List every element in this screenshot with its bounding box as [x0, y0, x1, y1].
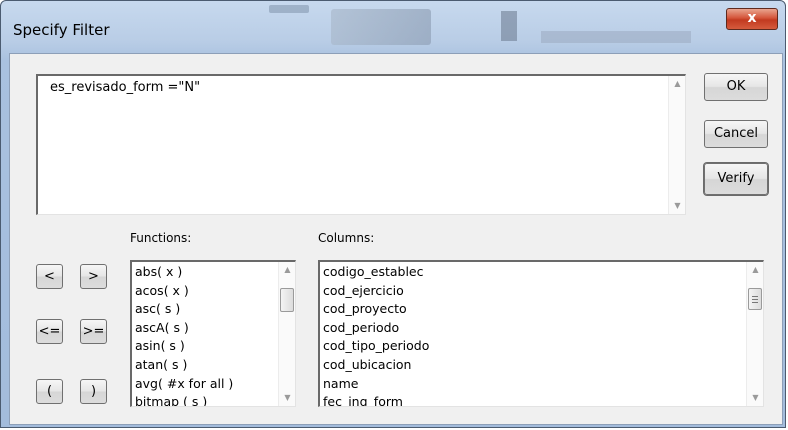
list-item[interactable]: cod_ubicacion [323, 356, 429, 375]
list-item[interactable]: acos( x ) [135, 282, 233, 301]
list-item[interactable]: cod_ejercicio [323, 282, 429, 301]
columns-list[interactable]: codigo_establec cod_ejercicio cod_proyecto… [318, 260, 764, 407]
columns-label: Columns: [318, 231, 375, 245]
cancel-button[interactable]: Cancel [704, 120, 768, 148]
list-item[interactable]: bitmap ( s ) [135, 393, 233, 406]
list-item[interactable]: fec_ing_form [323, 393, 429, 406]
close-paren-button[interactable]: ) [80, 379, 107, 404]
scroll-up-arrow-icon[interactable]: ▲ [669, 76, 686, 92]
list-item[interactable]: avg( #x for all ) [135, 375, 233, 394]
close-button[interactable]: x [726, 8, 778, 30]
scroll-down-arrow-icon[interactable]: ▼ [669, 198, 686, 214]
greater-than-button[interactable]: > [80, 264, 107, 289]
filter-expression-text[interactable]: es_revisado_form ="N" [50, 80, 200, 95]
specify-filter-dialog: Specify Filter x es_revisado_form ="N" ▲… [0, 0, 786, 428]
functions-list[interactable]: abs( x ) acos( x ) asc( s ) ascA( s ) asin( … [130, 260, 296, 407]
background-blur [541, 31, 691, 43]
less-than-button[interactable]: < [36, 264, 63, 289]
expression-scrollbar[interactable]: ▲ ▼ [668, 76, 685, 214]
window-title: Specify Filter [13, 21, 110, 39]
list-item[interactable]: cod_proyecto [323, 300, 429, 319]
greater-equal-button[interactable]: >= [80, 319, 107, 344]
functions-scrollbar[interactable]: ▲ ▼ [278, 262, 295, 406]
less-equal-button[interactable]: <= [36, 319, 63, 344]
scroll-up-arrow-icon[interactable]: ▲ [747, 262, 763, 278]
list-item[interactable]: cod_tipo_periodo [323, 337, 429, 356]
verify-button[interactable]: Verify [704, 163, 768, 195]
list-item[interactable]: cod_periodo [323, 319, 429, 338]
list-item[interactable]: atan( s ) [135, 356, 233, 375]
open-paren-button[interactable]: ( [36, 379, 63, 404]
background-blur [331, 9, 431, 45]
ok-button[interactable]: OK [704, 73, 768, 101]
title-bar[interactable]: Specify Filter x [1, 1, 787, 57]
columns-scroll-thumb[interactable] [748, 288, 762, 310]
list-item[interactable]: name [323, 375, 429, 394]
scroll-up-arrow-icon[interactable]: ▲ [279, 262, 295, 278]
functions-scroll-thumb[interactable] [280, 288, 294, 312]
dialog-body: es_revisado_form ="N" ▲ ▼ OK Cancel Veri… [9, 53, 783, 425]
functions-label: Functions: [130, 231, 192, 245]
list-item[interactable]: codigo_establec [323, 263, 429, 282]
list-item[interactable]: asc( s ) [135, 300, 233, 319]
list-item[interactable]: abs( x ) [135, 263, 233, 282]
background-blur [269, 5, 309, 13]
list-item[interactable]: asin( s ) [135, 337, 233, 356]
background-blur [501, 11, 517, 41]
filter-expression-editor[interactable]: es_revisado_form ="N" ▲ ▼ [36, 74, 686, 215]
columns-scrollbar[interactable]: ▲ ▼ [746, 262, 763, 406]
scroll-down-arrow-icon[interactable]: ▼ [747, 390, 763, 406]
list-item[interactable]: ascA( s ) [135, 319, 233, 338]
close-icon: x [747, 10, 757, 26]
scroll-down-arrow-icon[interactable]: ▼ [279, 390, 295, 406]
